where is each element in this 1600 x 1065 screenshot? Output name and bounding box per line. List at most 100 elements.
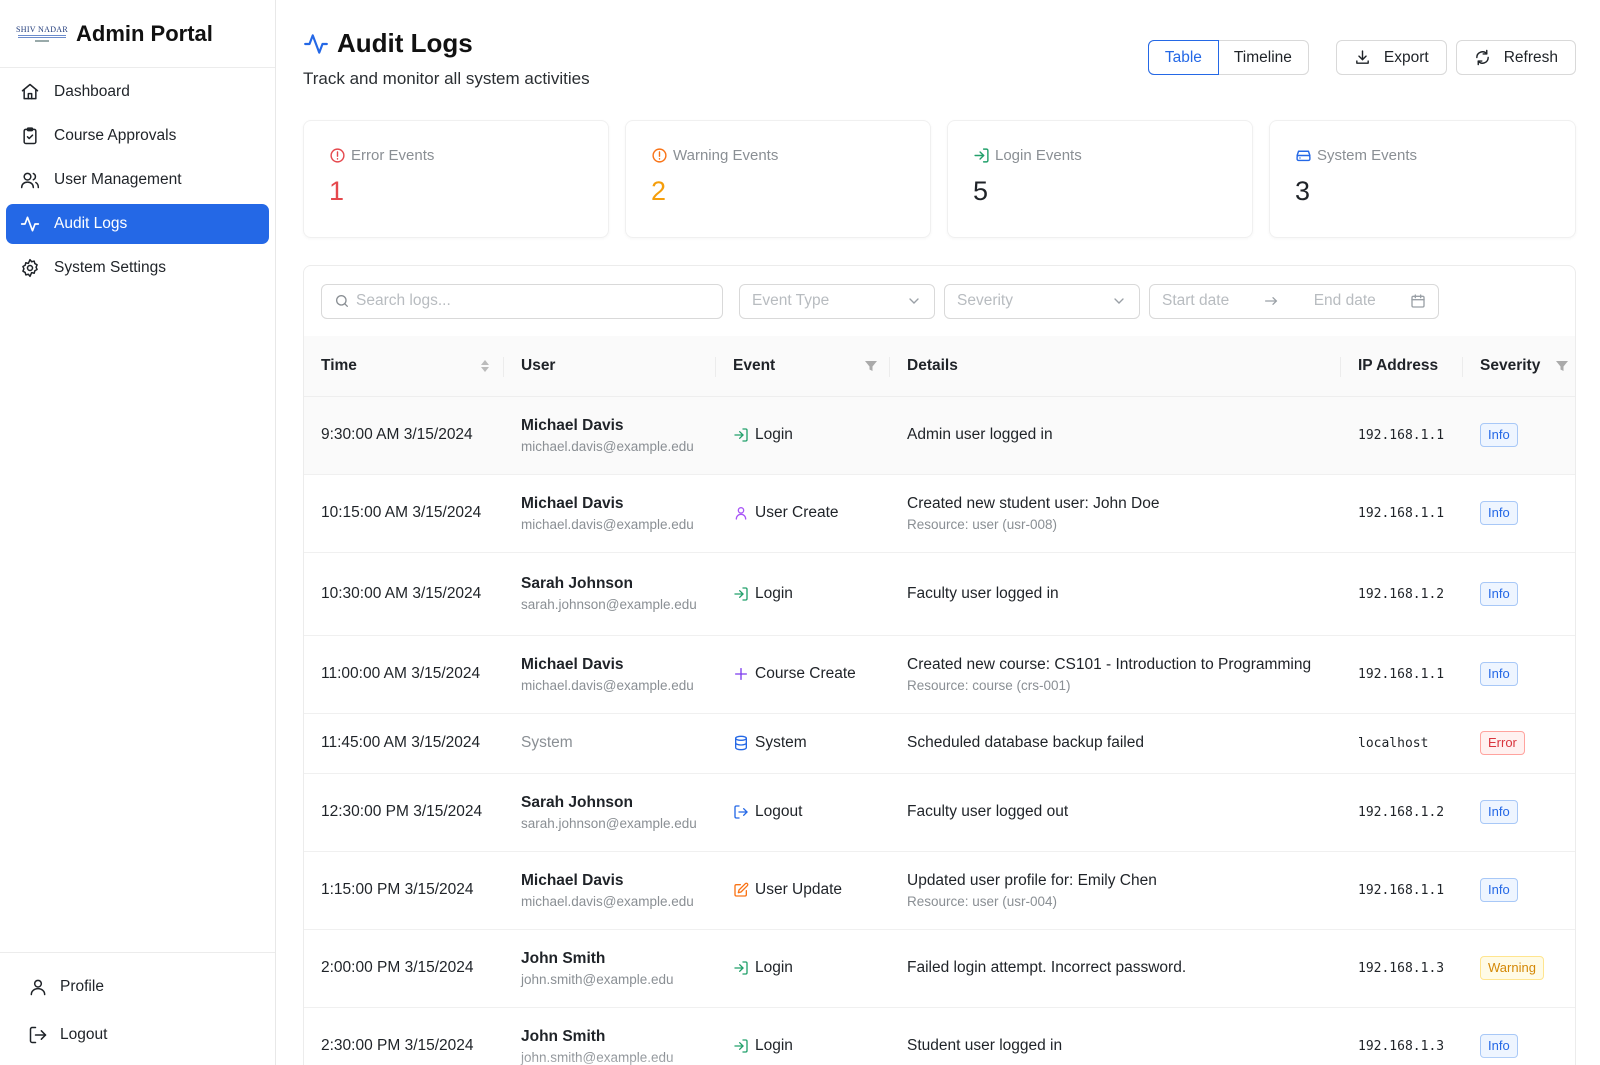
table-row[interactable]: 11:45:00 AM 3/15/2024 System System Schedul…	[304, 713, 1575, 774]
cell-severity: Info	[1463, 552, 1575, 636]
column-header-time[interactable]: Time	[304, 336, 504, 397]
time-text: 9:30:00 AM 3/15/2024	[321, 426, 473, 443]
severity-badge: Error	[1480, 731, 1525, 755]
stat-card-error: Error Events 1	[303, 120, 609, 238]
event-label: Login	[755, 1037, 793, 1054]
column-header-details: Details	[890, 336, 1341, 397]
table-row[interactable]: 1:15:00 PM 3/15/2024 Michael Davis michael…	[304, 851, 1575, 930]
cell-details: Failed login attempt. Incorrect password…	[890, 929, 1341, 1008]
filter-bar: Search logs... Event Type Severity Start…	[304, 266, 1575, 336]
cell-time: 12:30:00 PM 3/15/2024	[304, 773, 504, 852]
page-header: Audit Logs Track and monitor all system …	[303, 28, 590, 89]
user-icon	[30, 979, 46, 996]
chevron-down-icon	[909, 298, 919, 304]
refresh-icon	[1475, 49, 1489, 66]
table-row[interactable]: 2:30:00 PM 3/15/2024 John Smith john.smith…	[304, 1007, 1575, 1065]
export-label: Export	[1383, 48, 1429, 66]
cell-details: Created new course: CS101 - Introduction…	[890, 635, 1341, 714]
start-date-placeholder[interactable]: Start date	[1162, 292, 1229, 310]
cell-event: Login	[716, 1007, 890, 1065]
event-type-select[interactable]: Event Type	[739, 283, 935, 319]
table-row[interactable]: 9:30:00 AM 3/15/2024 Michael Davis michael…	[304, 396, 1575, 475]
cell-ip: 192.168.1.1	[1341, 396, 1463, 475]
toolbar: Table Timeline Export Refresh	[1147, 40, 1576, 75]
column-header-event[interactable]: Event	[716, 336, 890, 397]
event-label: Login	[755, 959, 793, 976]
table-row[interactable]: 10:15:00 AM 3/15/2024 Michael Davis michae…	[304, 474, 1575, 553]
ip-address: 192.168.1.1	[1358, 506, 1445, 521]
table-row[interactable]: 2:00:00 PM 3/15/2024 John Smith john.smith…	[304, 929, 1575, 1008]
main-content: Audit Logs Track and monitor all system …	[276, 0, 1600, 1065]
sidebar-nav: Dashboard Course Approvals User Manageme…	[0, 68, 275, 296]
arrow-right-icon	[1265, 297, 1278, 305]
cell-time: 11:00:00 AM 3/15/2024	[304, 635, 504, 714]
cell-severity: Error	[1463, 713, 1575, 774]
sidebar-item-dashboard[interactable]: Dashboard	[6, 72, 269, 112]
sidebar-item-system-settings[interactable]: System Settings	[6, 248, 269, 288]
table-row[interactable]: 10:30:00 AM 3/15/2024 Sarah Johnson sarah.…	[304, 552, 1575, 636]
user-email: michael.davis@example.edu	[521, 677, 694, 693]
cell-event: Login	[716, 396, 890, 475]
alert-circle-icon	[330, 148, 345, 163]
cell-ip: 192.168.1.3	[1341, 1007, 1463, 1065]
stat-value: 3	[1295, 176, 1311, 206]
cell-severity: Info	[1463, 396, 1575, 475]
table-row[interactable]: 12:30:00 PM 3/15/2024 Sarah Johnson sarah.…	[304, 773, 1575, 852]
details-resource: Resource: user (usr-008)	[907, 516, 1058, 532]
column-label: Severity	[1480, 356, 1541, 374]
time-text: 10:30:00 AM 3/15/2024	[321, 584, 482, 602]
cell-event: User Update	[716, 851, 890, 930]
page-title-text: Audit Logs	[337, 28, 473, 58]
sidebar-item-user-management[interactable]: User Management	[6, 160, 269, 200]
cell-event: System	[716, 713, 890, 774]
view-table-button[interactable]: Table	[1147, 40, 1219, 75]
ip-address: 192.168.1.2	[1358, 805, 1445, 820]
profile-link[interactable]: Profile	[10, 963, 265, 1011]
filter-icon[interactable]	[1555, 358, 1569, 374]
cell-event: Login	[716, 552, 890, 636]
cell-user: Michael Davis michael.davis@example.edu	[504, 396, 716, 475]
cell-user: Michael Davis michael.davis@example.edu	[504, 474, 716, 553]
column-header-severity[interactable]: Severity	[1463, 336, 1575, 397]
column-header-user: User	[504, 336, 716, 397]
filter-icon[interactable]	[864, 358, 878, 374]
database-icon	[735, 735, 747, 751]
refresh-button[interactable]: Refresh	[1455, 40, 1576, 75]
severity-select[interactable]: Severity	[944, 283, 1140, 319]
event-label: Login	[755, 584, 793, 602]
clipboard-check-icon	[23, 127, 37, 145]
sidebar-item-course-approvals[interactable]: Course Approvals	[6, 116, 269, 156]
details-text: Updated user profile for: Emily Chen	[907, 871, 1157, 889]
date-range-picker[interactable]: Start date End date	[1149, 283, 1439, 319]
cell-event: User Create	[716, 474, 890, 553]
end-date-placeholder[interactable]: End date	[1314, 292, 1376, 310]
export-button[interactable]: Export	[1335, 40, 1447, 75]
time-text: 2:30:00 PM 3/15/2024	[321, 1037, 474, 1054]
table-row[interactable]: 11:00:00 AM 3/15/2024 Michael Davis michae…	[304, 635, 1575, 714]
activity-icon	[20, 216, 40, 232]
page-subtitle: Track and monitor all system activities	[303, 69, 590, 88]
sidebar-item-audit-logs[interactable]: Audit Logs	[6, 204, 269, 244]
view-timeline-button[interactable]: Timeline	[1218, 41, 1308, 74]
ip-address: 192.168.1.1	[1358, 428, 1445, 443]
time-text: 11:00:00 AM 3/15/2024	[321, 665, 481, 682]
stat-value: 5	[973, 176, 989, 206]
cell-user: Michael Davis michael.davis@example.edu	[504, 635, 716, 714]
brand: SHIV NADAR Admin Portal	[0, 0, 275, 68]
stat-label: System Events	[1317, 147, 1418, 164]
user-name: Michael Davis	[521, 416, 624, 434]
cell-time: 2:00:00 PM 3/15/2024	[304, 929, 504, 1008]
user-name: John Smith	[521, 1027, 606, 1045]
event-label: User Update	[755, 881, 843, 898]
logout-link[interactable]: Logout	[10, 1011, 265, 1059]
sort-icon[interactable]	[478, 358, 492, 374]
warning-circle-icon	[652, 148, 667, 163]
search-input[interactable]: Search logs...	[321, 283, 723, 319]
column-header-ip: IP Address	[1341, 336, 1463, 397]
severity-badge: Warning	[1480, 956, 1544, 980]
column-label: Time	[321, 356, 357, 374]
users-icon	[20, 172, 40, 189]
details-resource: Resource: user (usr-004)	[907, 893, 1058, 909]
stat-label: Login Events	[995, 147, 1082, 164]
cell-severity: Info	[1463, 474, 1575, 553]
